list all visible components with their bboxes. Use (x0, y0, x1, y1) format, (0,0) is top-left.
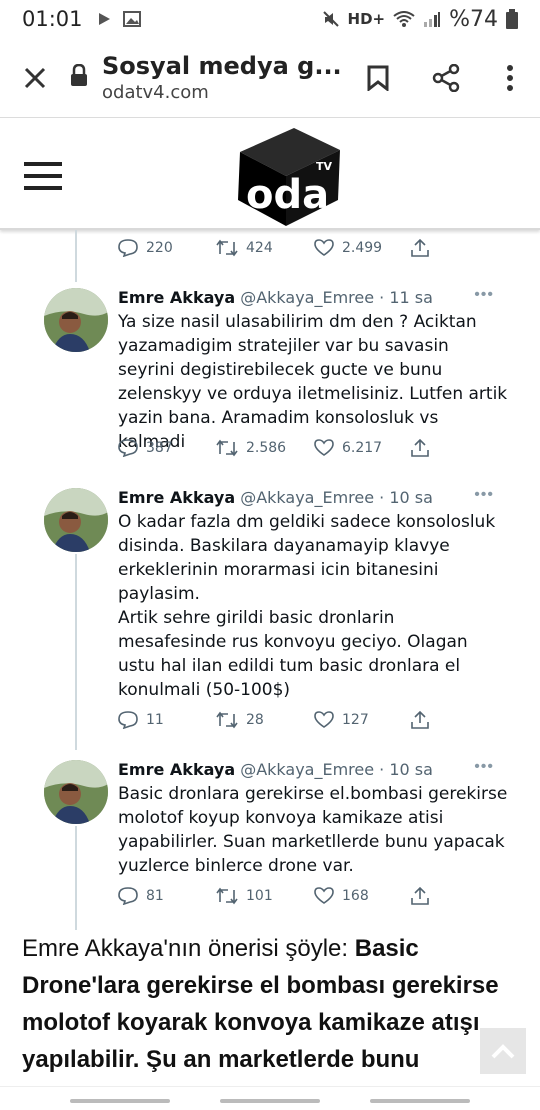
wifi-icon (393, 11, 415, 27)
share-tweet-button[interactable] (410, 238, 430, 258)
tweet-text: O kadar fazla dm geldiki sadece konsolos… (118, 512, 496, 700)
reply-icon (118, 887, 138, 905)
scroll-to-top-button[interactable] (480, 1028, 526, 1074)
tweet-author-name[interactable]: Emre Akkaya (118, 488, 235, 507)
network-type: HD+ (347, 10, 386, 28)
more-options-icon[interactable]: ••• (474, 758, 494, 776)
tweet-actions: 220 424 2.499 (118, 238, 430, 258)
avatar[interactable] (44, 288, 108, 352)
signal-icon (424, 12, 441, 27)
site-header: oda TV (0, 118, 540, 230)
menu-button[interactable] (480, 64, 540, 91)
like-button[interactable]: 6.217 (314, 439, 410, 457)
page-domain: odatv4.com (102, 82, 209, 103)
odatv-logo[interactable]: oda TV (232, 122, 344, 228)
upload-share-icon (411, 710, 429, 729)
retweet-button[interactable]: 101 (216, 887, 314, 905)
status-time: 01:01 (22, 7, 83, 31)
article-paragraph: Emre Akkaya'nın önerisi şöyle: Basic Dro… (22, 930, 522, 1078)
more-vert-icon (507, 64, 513, 91)
retweet-icon (216, 439, 238, 457)
heart-icon (314, 439, 334, 456)
article-intro: Emre Akkaya'nın önerisi şöyle: (22, 935, 355, 962)
tweet-author-name[interactable]: Emre Akkaya (118, 760, 235, 779)
system-nav-bar (0, 1086, 540, 1110)
hamburger-menu-icon[interactable] (24, 162, 62, 198)
logo-text: oda (246, 172, 329, 218)
tweet-actions: 11 28 127 (118, 710, 430, 730)
heart-icon (314, 887, 334, 904)
reply-button[interactable]: 81 (118, 887, 216, 905)
reply-icon (118, 711, 138, 729)
close-icon (24, 67, 46, 88)
logo-sup: TV (316, 160, 333, 173)
play-icon (98, 13, 110, 25)
tweet-actions: 81 101 168 (118, 886, 430, 906)
more-options-icon[interactable]: ••• (474, 286, 494, 304)
bookmark-icon (367, 65, 389, 91)
more-options-icon[interactable]: ••• (474, 486, 494, 504)
tweet-author-handle[interactable]: @Akkaya_Emree · 10 sa (240, 488, 433, 507)
retweet-icon (216, 887, 238, 905)
reply-button[interactable]: 387 (118, 439, 216, 457)
reply-icon (118, 439, 138, 457)
retweet-button[interactable]: 424 (216, 239, 314, 257)
retweet-button[interactable]: 2.586 (216, 439, 314, 457)
tweet-author-handle[interactable]: @Akkaya_Emree · 11 sa (240, 288, 433, 307)
thread-line (75, 230, 77, 282)
like-button[interactable]: 127 (314, 711, 410, 729)
browser-toolbar: Sosyal medya g... odatv4.com (0, 38, 540, 118)
nav-back-handle[interactable] (70, 1099, 170, 1103)
tweet-thread: 220 424 2.499 Emre Akkaya @Akkaya_Emree … (0, 230, 540, 930)
avatar[interactable] (44, 488, 108, 552)
share-tweet-button[interactable] (410, 438, 430, 458)
upload-share-icon (411, 438, 429, 457)
upload-share-icon (411, 886, 429, 905)
share-tweet-button[interactable] (410, 710, 430, 730)
bookmark-button[interactable] (344, 65, 412, 91)
heart-icon (314, 239, 334, 256)
battery-level: %74 (449, 6, 498, 32)
like-button[interactable]: 2.499 (314, 239, 410, 257)
share-icon (432, 63, 460, 92)
share-tweet-button[interactable] (410, 886, 430, 906)
avatar[interactable] (44, 760, 108, 824)
upload-share-icon (411, 238, 429, 257)
url-display[interactable]: Sosyal medya g... odatv4.com (102, 52, 344, 103)
tweet-text: Basic dronlara gerekirse el.bombasi gere… (118, 784, 508, 876)
tweet-author-handle[interactable]: @Akkaya_Emree · 10 sa (240, 760, 433, 779)
battery-icon (506, 9, 518, 29)
thread-line (75, 826, 77, 930)
retweet-icon (216, 239, 238, 257)
lock-icon[interactable] (70, 63, 90, 91)
tweet-author-name[interactable]: Emre Akkaya (118, 288, 235, 307)
thread-line (75, 554, 77, 750)
status-bar: 01:01 HD+ %74 (0, 0, 540, 38)
tweet-actions: 387 2.586 6.217 (118, 438, 430, 458)
heart-icon (314, 711, 334, 728)
tweet-text: Ya size nasil ulasabilirim dm den ? Acik… (118, 312, 508, 452)
nav-home-handle[interactable] (220, 1099, 320, 1103)
reply-button[interactable]: 11 (118, 711, 216, 729)
page-title: Sosyal medya g... (102, 52, 342, 80)
chevron-up-icon (491, 1044, 515, 1059)
close-tab-button[interactable] (0, 58, 70, 98)
reply-button[interactable]: 220 (118, 239, 216, 257)
reply-icon (118, 239, 138, 257)
mute-icon (322, 11, 339, 27)
retweet-button[interactable]: 28 (216, 711, 314, 729)
image-icon (122, 11, 141, 27)
share-button[interactable] (412, 63, 480, 92)
retweet-icon (216, 711, 238, 729)
nav-recents-handle[interactable] (370, 1099, 470, 1103)
like-button[interactable]: 168 (314, 887, 410, 905)
